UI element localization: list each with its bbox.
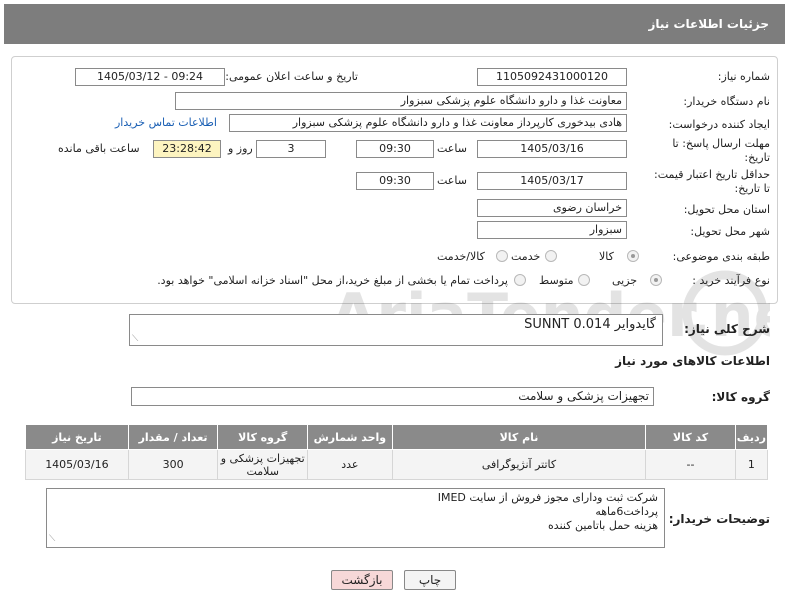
goods-group-label: گروه کالا:: [711, 390, 770, 404]
validity-time-field: 09:30: [356, 172, 434, 190]
treasury-note: پرداخت تمام یا بخشی از مبلغ خرید،از محل …: [157, 274, 508, 287]
treasury-checkbox[interactable]: [514, 274, 526, 286]
buyer-notes-line-1: شرکت ثبت ودارای مجوز فروش از سایت IMED: [437, 491, 658, 504]
cell-date: 1405/03/16: [25, 449, 129, 480]
category-option-goods: کالا: [599, 250, 614, 263]
category-option-goods-service: کالا/خدمت: [437, 250, 485, 263]
deadline-time-label: ساعت: [437, 142, 467, 155]
buyer-notes-line-3: هزینه حمل باتامین کننده: [548, 519, 658, 532]
deadline-date-field: 1405/03/16: [477, 140, 627, 158]
announce-label: تاریخ و ساعت اعلان عمومی:: [225, 70, 358, 83]
city-field: سبزوار: [477, 221, 627, 239]
table-header-row: ردیف کد کالا نام کالا واحد شمارش گروه کا…: [25, 424, 769, 450]
buyer-org-field: معاونت غذا و دارو دانشگاه علوم پزشکی سبز…: [175, 92, 627, 110]
summary-text: گایدوایر SUNNT 0.014: [524, 317, 656, 332]
validity-time-label: ساعت: [437, 174, 467, 187]
remaining-time-label: ساعت باقی مانده: [58, 142, 140, 155]
province-field: خراسان رضوی: [477, 199, 627, 217]
buyer-contact-link[interactable]: اطلاعات تماس خریدار: [115, 116, 217, 129]
page-title: جزئیات اطلاعات نیاز: [648, 17, 769, 31]
province-label: استان محل تحویل:: [683, 203, 770, 216]
buyer-notes-field: شرکت ثبت ودارای مجوز فروش از سایت IMED پ…: [46, 488, 665, 548]
col-name: نام کالا: [391, 424, 647, 450]
back-button[interactable]: بازگشت: [331, 570, 393, 590]
cell-qty: 300: [127, 449, 219, 480]
table-row: 1 -- کاتتر آنژیوگرافی عدد تجهیزات پزشکی …: [25, 449, 769, 480]
col-unit: واحد شمارش: [307, 424, 393, 450]
page-header: جزئیات اطلاعات نیاز: [4, 4, 785, 44]
requester-label: ایجاد کننده درخواست:: [668, 118, 770, 131]
need-number-field: 1105092431000120: [477, 68, 627, 86]
buyer-org-label: نام دستگاه خریدار:: [683, 95, 770, 108]
category-radio-service[interactable]: [545, 250, 557, 262]
col-qty: تعداد / مقدار: [127, 424, 219, 450]
city-label: شهر محل تحویل:: [690, 225, 770, 238]
announce-datetime-field: 1405/03/12 - 09:24: [75, 68, 225, 86]
col-row: ردیف: [734, 424, 769, 450]
days-label: روز و: [228, 142, 253, 155]
resize-handle-icon[interactable]: ⟋: [132, 334, 138, 344]
goods-group-field: تجهیزات پزشکی و سلامت: [131, 387, 654, 406]
category-label: طبقه بندی موضوعی:: [672, 250, 770, 263]
category-option-service: خدمت: [511, 250, 541, 263]
col-code: کد کالا: [645, 424, 736, 450]
deadline-label-2: تاریخ:: [744, 151, 770, 164]
buyer-notes-line-2: پرداخت6ماهه: [595, 505, 658, 518]
process-label: نوع فرآیند خرید :: [692, 274, 770, 287]
process-option-medium: متوسط: [539, 274, 574, 287]
summary-field: گایدوایر SUNNT 0.014 ⟋: [129, 314, 663, 346]
goods-section-title: اطلاعات کالاهای مورد نیاز: [615, 354, 770, 368]
buyer-notes-label: توضیحات خریدار:: [668, 512, 770, 526]
category-radio-goods[interactable]: [627, 250, 639, 262]
validity-date-field: 1405/03/17: [477, 172, 627, 190]
cell-group: تجهیزات پزشکی و سلامت: [217, 449, 309, 480]
goods-table: ردیف کد کالا نام کالا واحد شمارش گروه کا…: [25, 424, 769, 480]
requester-field: هادی بیدخوری کارپرداز معاونت غذا و دارو …: [229, 114, 627, 132]
col-group: گروه کالا: [217, 424, 309, 450]
validity-label-2: تا تاریخ:: [734, 182, 770, 195]
process-radio-partial[interactable]: [650, 274, 662, 286]
print-button[interactable]: چاپ: [404, 570, 456, 590]
need-number-label: شماره نیاز:: [717, 70, 770, 83]
remaining-time-field: 23:28:42: [153, 140, 221, 158]
cell-row: 1: [734, 449, 769, 480]
summary-label: شرح کلی نیاز:: [684, 322, 770, 336]
resize-handle-icon[interactable]: ⟋: [49, 532, 55, 546]
col-date: تاریخ نیاز: [25, 424, 129, 450]
process-option-partial: جزیی: [612, 274, 638, 287]
category-radio-goods-service[interactable]: [496, 250, 508, 262]
cell-unit: عدد: [307, 449, 393, 480]
cell-name: کاتتر آنژیوگرافی: [391, 449, 647, 480]
deadline-label-1: مهلت ارسال پاسخ: تا: [672, 137, 770, 150]
process-radio-medium[interactable]: [578, 274, 590, 286]
validity-label-1: حداقل تاریخ اعتبار قیمت:: [654, 168, 770, 181]
cell-code: --: [645, 449, 736, 480]
deadline-time-field: 09:30: [356, 140, 434, 158]
days-field: 3: [256, 140, 326, 158]
